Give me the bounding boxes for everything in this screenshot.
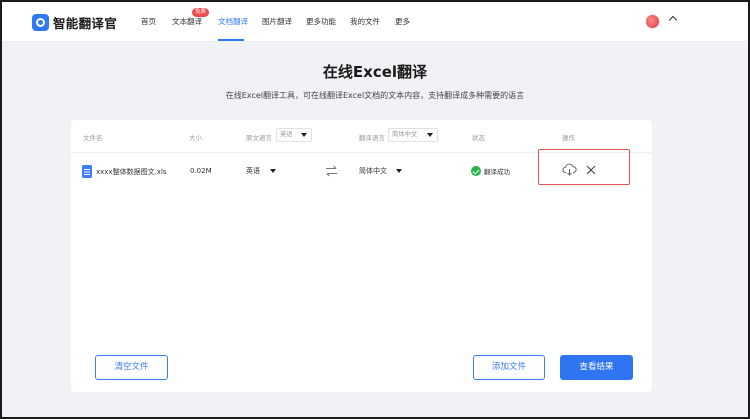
row-target-lang-select[interactable]: 简体中文 bbox=[359, 166, 402, 176]
app-window: 智能翻译官 首页 文本翻译 免费 文档翻译 图片翻译 更多功能 我的文件 更多 … bbox=[0, 0, 750, 419]
row-source-lang-value: 英语 bbox=[246, 167, 260, 175]
free-badge: 免费 bbox=[192, 8, 210, 17]
row-source-lang-select[interactable]: 英语 bbox=[246, 166, 276, 176]
file-panel: 文件名 大小 原文语言 英语 翻译语言 简体中文 状态 操作 xxxx整体数据图… bbox=[71, 120, 652, 392]
col-header-file-name: 文件名 bbox=[83, 134, 103, 142]
header-target-lang-select[interactable]: 简体中文 bbox=[388, 128, 438, 142]
logo-icon bbox=[32, 13, 49, 31]
avatar[interactable] bbox=[645, 14, 660, 29]
caret-down-icon bbox=[301, 133, 307, 137]
col-header-size: 大小 bbox=[189, 134, 202, 142]
row-file-name: xxxx整体数据图文.xls bbox=[96, 168, 167, 176]
nav-item-home[interactable]: 首页 bbox=[141, 16, 156, 27]
app-name: 智能翻译官 bbox=[53, 15, 118, 31]
page-title: 在线Excel翻译 bbox=[322, 63, 428, 81]
file-icon bbox=[82, 165, 92, 178]
swap-icon[interactable] bbox=[325, 165, 338, 177]
row-target-lang-value: 简体中文 bbox=[359, 167, 387, 175]
close-icon[interactable] bbox=[586, 165, 596, 175]
check-circle-icon bbox=[471, 166, 481, 176]
header-source-lang-select[interactable]: 英语 bbox=[276, 128, 312, 142]
view-results-button[interactable]: 查看结果 bbox=[560, 355, 633, 380]
chevron-up-icon[interactable] bbox=[668, 15, 678, 25]
page-subtitle: 在线Excel翻译工具，可在线翻译Excel文档的文本内容，支持翻译成多种需要的… bbox=[225, 91, 525, 100]
nav-item-more[interactable]: 更多 bbox=[395, 16, 410, 27]
row-file-size: 0.02M bbox=[190, 167, 212, 175]
status-badge: 翻译成功 bbox=[471, 166, 510, 176]
caret-down-icon bbox=[427, 133, 433, 137]
add-file-button[interactable]: 添加文件 bbox=[473, 355, 545, 380]
nav-item-image-translate[interactable]: 图片翻译 bbox=[262, 16, 292, 27]
header-source-lang-value: 英语 bbox=[280, 131, 293, 138]
nav-item-doc-translate[interactable]: 文档翻译 bbox=[218, 16, 248, 27]
clear-files-button[interactable]: 清空文件 bbox=[95, 355, 168, 380]
col-header-source-lang: 原文语言 bbox=[246, 134, 272, 142]
top-nav-bar: 智能翻译官 首页 文本翻译 免费 文档翻译 图片翻译 更多功能 我的文件 更多 bbox=[2, 2, 748, 42]
logo[interactable]: 智能翻译官 bbox=[32, 13, 117, 31]
nav-item-more-features[interactable]: 更多功能 bbox=[306, 16, 336, 27]
caret-down-icon bbox=[270, 169, 276, 173]
status-text: 翻译成功 bbox=[484, 168, 510, 176]
actions-highlight bbox=[538, 149, 630, 185]
active-nav-indicator bbox=[218, 39, 244, 41]
col-header-actions: 操作 bbox=[562, 134, 575, 142]
header-target-lang-value: 简体中文 bbox=[392, 131, 418, 138]
nav-item-my-files[interactable]: 我的文件 bbox=[350, 16, 380, 27]
nav-item-text-translate[interactable]: 文本翻译 bbox=[172, 16, 202, 27]
cloud-download-icon[interactable] bbox=[562, 163, 577, 176]
col-header-status: 状态 bbox=[472, 134, 485, 142]
col-header-target-lang: 翻译语言 bbox=[359, 134, 385, 142]
caret-down-icon bbox=[396, 169, 402, 173]
